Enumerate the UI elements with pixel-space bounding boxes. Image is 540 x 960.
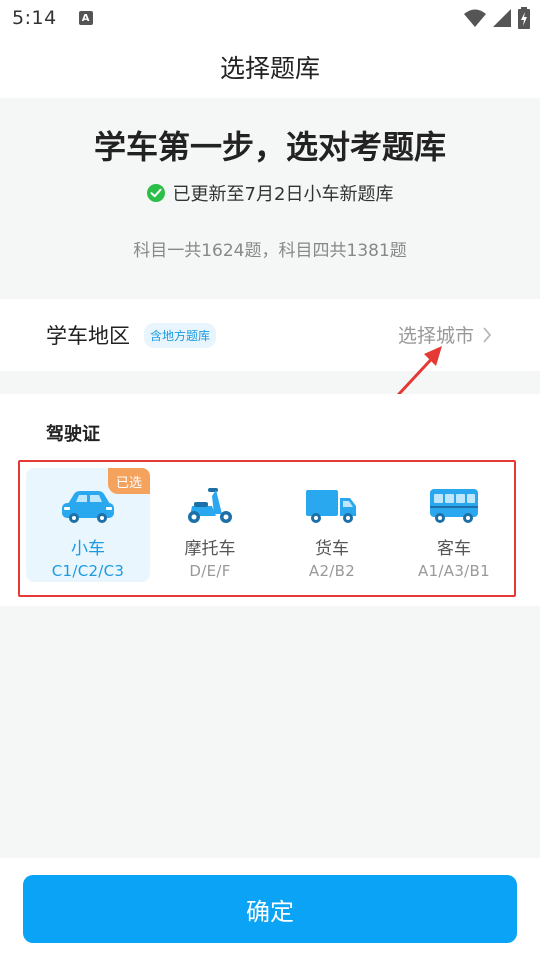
bus-icon bbox=[430, 489, 478, 523]
status-bar: 5:14 A bbox=[0, 0, 540, 36]
vehicle-code: C1/C2/C3 bbox=[51, 562, 125, 580]
vehicle-bus[interactable]: 客车 A1/A3/B1 bbox=[392, 468, 516, 582]
notification-icon: A bbox=[78, 11, 93, 25]
question-stats: 科目一共1624题，科目四共1381题 bbox=[133, 241, 407, 261]
vehicle-truck[interactable]: 货车 A2/B2 bbox=[270, 468, 394, 582]
license-label: 驾驶证 bbox=[46, 424, 100, 445]
vehicle-name: 小车 bbox=[71, 539, 105, 559]
region-label: 学车地区 bbox=[46, 324, 130, 348]
local-bank-badge: 含地方题库 bbox=[144, 322, 217, 348]
license-section: 驾驶证 已选 小车 C1/C2/C3 摩托车 D/E/F 货车 A2/B2 客车… bbox=[0, 394, 540, 606]
vehicle-code: D/E/F bbox=[189, 562, 231, 580]
car-icon bbox=[62, 491, 114, 523]
vehicle-name: 货车 bbox=[315, 539, 349, 559]
vehicle-code: A1/A3/B1 bbox=[418, 562, 490, 580]
vehicle-type-selector: 已选 小车 C1/C2/C3 摩托车 D/E/F 货车 A2/B2 客车 A1/… bbox=[18, 460, 516, 597]
hero-headline: 学车第一步，选对考题库 bbox=[93, 128, 446, 166]
title-bar: 选择题库 bbox=[0, 36, 540, 98]
status-time: 5:14 bbox=[12, 7, 57, 29]
motorcycle-icon bbox=[188, 488, 232, 523]
status-icons bbox=[464, 7, 530, 29]
truck-icon bbox=[306, 490, 356, 523]
vehicle-name: 客车 bbox=[437, 539, 471, 559]
vehicle-code: A2/B2 bbox=[308, 562, 356, 580]
confirm-button[interactable]: 确定 bbox=[23, 875, 517, 943]
update-notice: 已更新至7月2日小车新题库 bbox=[0, 180, 540, 206]
battery-icon bbox=[518, 7, 530, 29]
bottom-bar: 确定 bbox=[0, 858, 540, 960]
update-text: 已更新至7月2日小车新题库 bbox=[172, 184, 394, 205]
hero-section: 学车第一步，选对考题库 已更新至7月2日小车新题库 科目一共1624题，科目四共… bbox=[0, 98, 540, 298]
signal-icon bbox=[493, 9, 511, 27]
vehicle-motorcycle[interactable]: 摩托车 D/E/F bbox=[148, 468, 272, 582]
selected-badge: 已选 bbox=[108, 468, 150, 494]
region-row[interactable]: 学车地区 含地方题库 选择城市 bbox=[0, 299, 540, 371]
wifi-icon bbox=[464, 9, 486, 27]
chevron-right-icon bbox=[483, 326, 492, 343]
vehicle-name: 摩托车 bbox=[184, 539, 236, 559]
vehicle-car[interactable]: 已选 小车 C1/C2/C3 bbox=[26, 468, 150, 582]
check-circle-icon bbox=[146, 184, 165, 202]
page-title: 选择题库 bbox=[219, 54, 320, 83]
